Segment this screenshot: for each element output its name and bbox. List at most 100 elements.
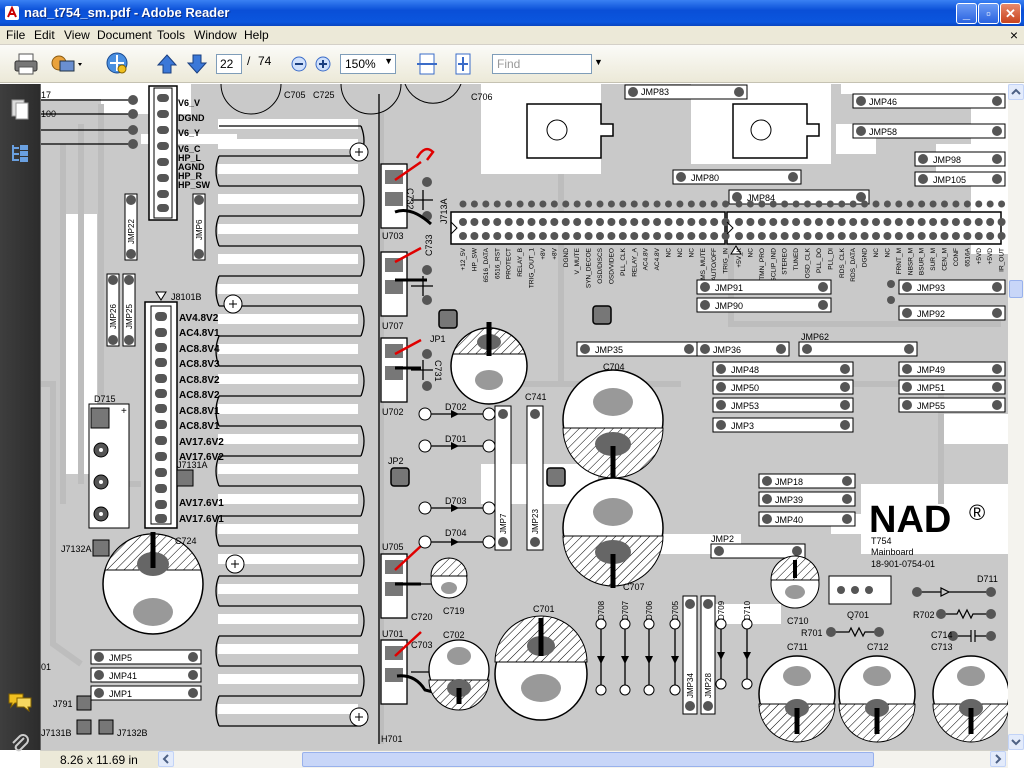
component-label: D708 (597, 600, 606, 620)
connector-pin (630, 200, 638, 208)
title-bar[interactable]: nad_t754_sm.pdf - Adobe Reader _ ▫ ✕ (0, 0, 1024, 26)
component-label: D710 (743, 600, 752, 620)
connector-pin (641, 218, 650, 226)
scroll-up-icon[interactable] (1008, 84, 1024, 100)
connector-pin (929, 218, 938, 226)
connector-pin (735, 232, 743, 240)
connector-pin (607, 200, 615, 208)
connector-pin (792, 232, 801, 240)
scroll-left-icon[interactable] (158, 751, 174, 767)
vertical-scrollbar[interactable] (1008, 84, 1024, 750)
connector-pin-label: CONF (953, 248, 960, 266)
print-options-icon[interactable] (48, 51, 84, 77)
component-label: C724 (175, 536, 197, 546)
connector-pin (481, 232, 490, 240)
menu-view[interactable]: View (64, 28, 90, 42)
connector-pin (699, 200, 707, 208)
connector-pin (618, 218, 627, 226)
component-label: C701 (533, 604, 555, 614)
find-options-chevron-icon[interactable]: ▼ (594, 57, 603, 67)
fit-page-icon[interactable] (450, 51, 476, 77)
menu-tools[interactable]: Tools (157, 28, 185, 42)
connector-pin (998, 200, 1006, 208)
connector-pin (561, 232, 570, 240)
find-input[interactable]: Find (492, 54, 592, 74)
component-label: JMP22 (127, 219, 136, 244)
connector-pin-label: DGND (563, 248, 570, 267)
component-label: JMP50 (731, 383, 759, 393)
horizontal-scrollbar[interactable] (158, 750, 1008, 768)
scroll-right-icon[interactable] (990, 751, 1006, 767)
partial-label: 01 (41, 662, 51, 672)
menu-file[interactable]: File (6, 28, 25, 42)
connector-pin (459, 232, 467, 240)
part-number-label: 18-901-0754-01 (871, 559, 935, 569)
connector-pin-label: PROTECT (506, 248, 513, 279)
close-button[interactable]: ✕ (1000, 3, 1021, 24)
component-label: C703 (411, 640, 433, 650)
connector-pin (538, 232, 547, 240)
connector-pin (849, 232, 858, 240)
next-page-icon[interactable] (184, 51, 210, 77)
connector-pin (951, 218, 960, 226)
connector-pin (883, 218, 892, 226)
document-view[interactable]: V6_V DGND V6_Y V6_C HP_L AGND HP_R HP_SW… (40, 84, 1008, 750)
fit-width-icon[interactable] (414, 51, 440, 77)
zoom-out-icon[interactable] (289, 51, 309, 77)
connector-pin (757, 218, 766, 226)
vertical-scroll-thumb[interactable] (1009, 280, 1023, 298)
menu-document[interactable]: Document (97, 28, 152, 42)
page-number-input[interactable]: 22 (216, 54, 242, 74)
menu-window[interactable]: Window (194, 28, 237, 42)
share-icon[interactable] (102, 51, 132, 77)
connector-pin-label: PLL_DI (827, 248, 834, 270)
connector-pin (722, 200, 730, 208)
connector-pin (493, 232, 502, 240)
connector-pin (929, 232, 938, 240)
menu-help[interactable]: Help (244, 28, 269, 42)
bookmarks-icon[interactable] (9, 142, 31, 164)
connector-pin (963, 200, 971, 208)
connector-pin (482, 200, 490, 208)
prev-page-icon[interactable] (154, 51, 180, 77)
connector-pin (849, 200, 857, 208)
print-icon[interactable] (12, 51, 40, 77)
component-label: J7132B (117, 728, 148, 738)
adobe-reader-icon (5, 5, 19, 20)
maximize-button[interactable]: ▫ (978, 3, 999, 24)
connector-label: HP_SW (178, 180, 211, 190)
component-label: C710 (787, 616, 809, 626)
zoom-select[interactable]: 150% ▼ (340, 54, 396, 74)
connector-pin-label: +5V_K (736, 247, 743, 267)
horizontal-scroll-thumb[interactable] (302, 752, 874, 767)
component-label: JMP98 (933, 155, 961, 165)
connector-pin-label: FRNT_M (896, 248, 903, 274)
connector-pin (561, 218, 570, 226)
connector-pin (642, 200, 650, 208)
connector-label: DGND (178, 113, 205, 123)
component-label: JMP90 (715, 301, 743, 311)
minimize-button[interactable]: _ (956, 3, 977, 24)
connector-pin-label: SYN_DECOE (586, 247, 593, 288)
component-label: JMP92 (917, 309, 945, 319)
close-document-button[interactable]: × (1010, 27, 1018, 43)
attachments-icon[interactable] (9, 732, 31, 754)
connector-pin (872, 218, 880, 226)
connector-pin (815, 200, 823, 208)
connector-pin (675, 232, 684, 240)
component-label: J791 (53, 699, 73, 709)
connector-pin-label: +8V (551, 247, 558, 259)
connector-pin-label: NC (688, 248, 695, 258)
pages-icon[interactable] (9, 98, 31, 120)
scroll-down-icon[interactable] (1008, 734, 1024, 750)
connector-pin (528, 200, 535, 208)
menu-edit[interactable]: Edit (34, 28, 55, 42)
connector-pin (516, 232, 525, 240)
connector-pin (917, 218, 926, 226)
connector-pin (975, 200, 983, 208)
connector-pin (997, 232, 1006, 240)
comments-icon[interactable] (7, 692, 33, 712)
zoom-in-icon[interactable] (313, 51, 333, 77)
connector-pin (584, 218, 593, 226)
chevron-down-icon[interactable]: ▼ (384, 56, 393, 66)
